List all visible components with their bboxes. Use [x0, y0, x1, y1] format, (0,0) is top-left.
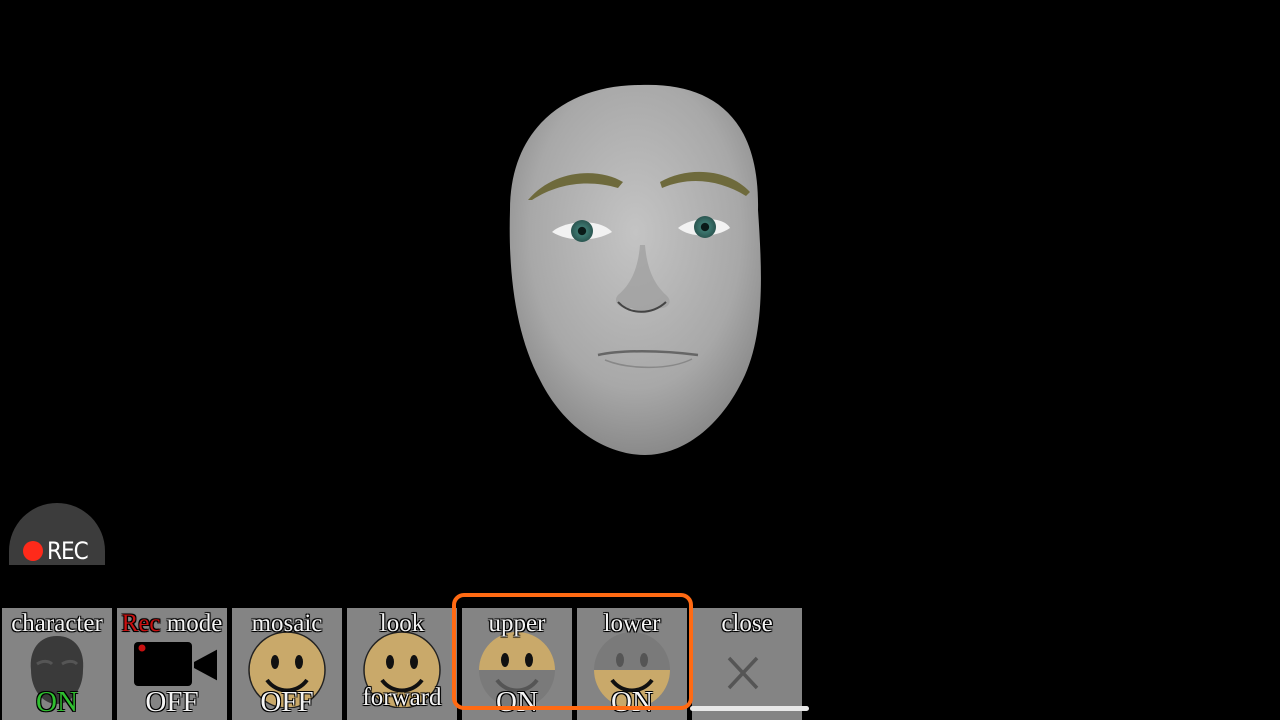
close-icon: [727, 656, 759, 690]
lower-state: ON: [611, 686, 653, 718]
record-label: REC: [47, 537, 89, 565]
character-state: ON: [36, 686, 78, 718]
face-avatar-3d: [509, 84, 761, 456]
close-label: close: [721, 610, 773, 637]
character-label: character: [11, 610, 103, 637]
mosaic-label: mosaic: [251, 610, 323, 637]
mosaic-toggle-button[interactable]: mosaic OFF: [232, 608, 342, 720]
look-label: look: [379, 610, 425, 637]
bottom-toolbar: character ON Rec mode OFF mosaic OFF loo…: [0, 607, 810, 720]
close-button[interactable]: close: [692, 608, 802, 720]
upper-label: upper: [488, 610, 546, 637]
lower-label: lower: [603, 610, 661, 637]
rec-mode-button[interactable]: Rec mode OFF: [117, 608, 227, 720]
upper-toggle-button[interactable]: upper ON: [462, 608, 572, 720]
mosaic-state: OFF: [260, 686, 314, 718]
home-indicator[interactable]: [690, 706, 809, 711]
record-dot-icon: [23, 541, 43, 561]
rec-mode-state: OFF: [145, 686, 199, 718]
lower-toggle-button[interactable]: lower ON: [577, 608, 687, 720]
rec-mode-label: Rec mode: [117, 610, 227, 638]
character-toggle-button[interactable]: character ON: [2, 608, 112, 720]
forward-label: forward: [362, 684, 442, 711]
upper-state: ON: [496, 686, 538, 718]
mode-word: mode: [160, 610, 223, 637]
look-forward-button[interactable]: look forward: [347, 608, 457, 720]
rec-word: Rec: [121, 610, 161, 637]
